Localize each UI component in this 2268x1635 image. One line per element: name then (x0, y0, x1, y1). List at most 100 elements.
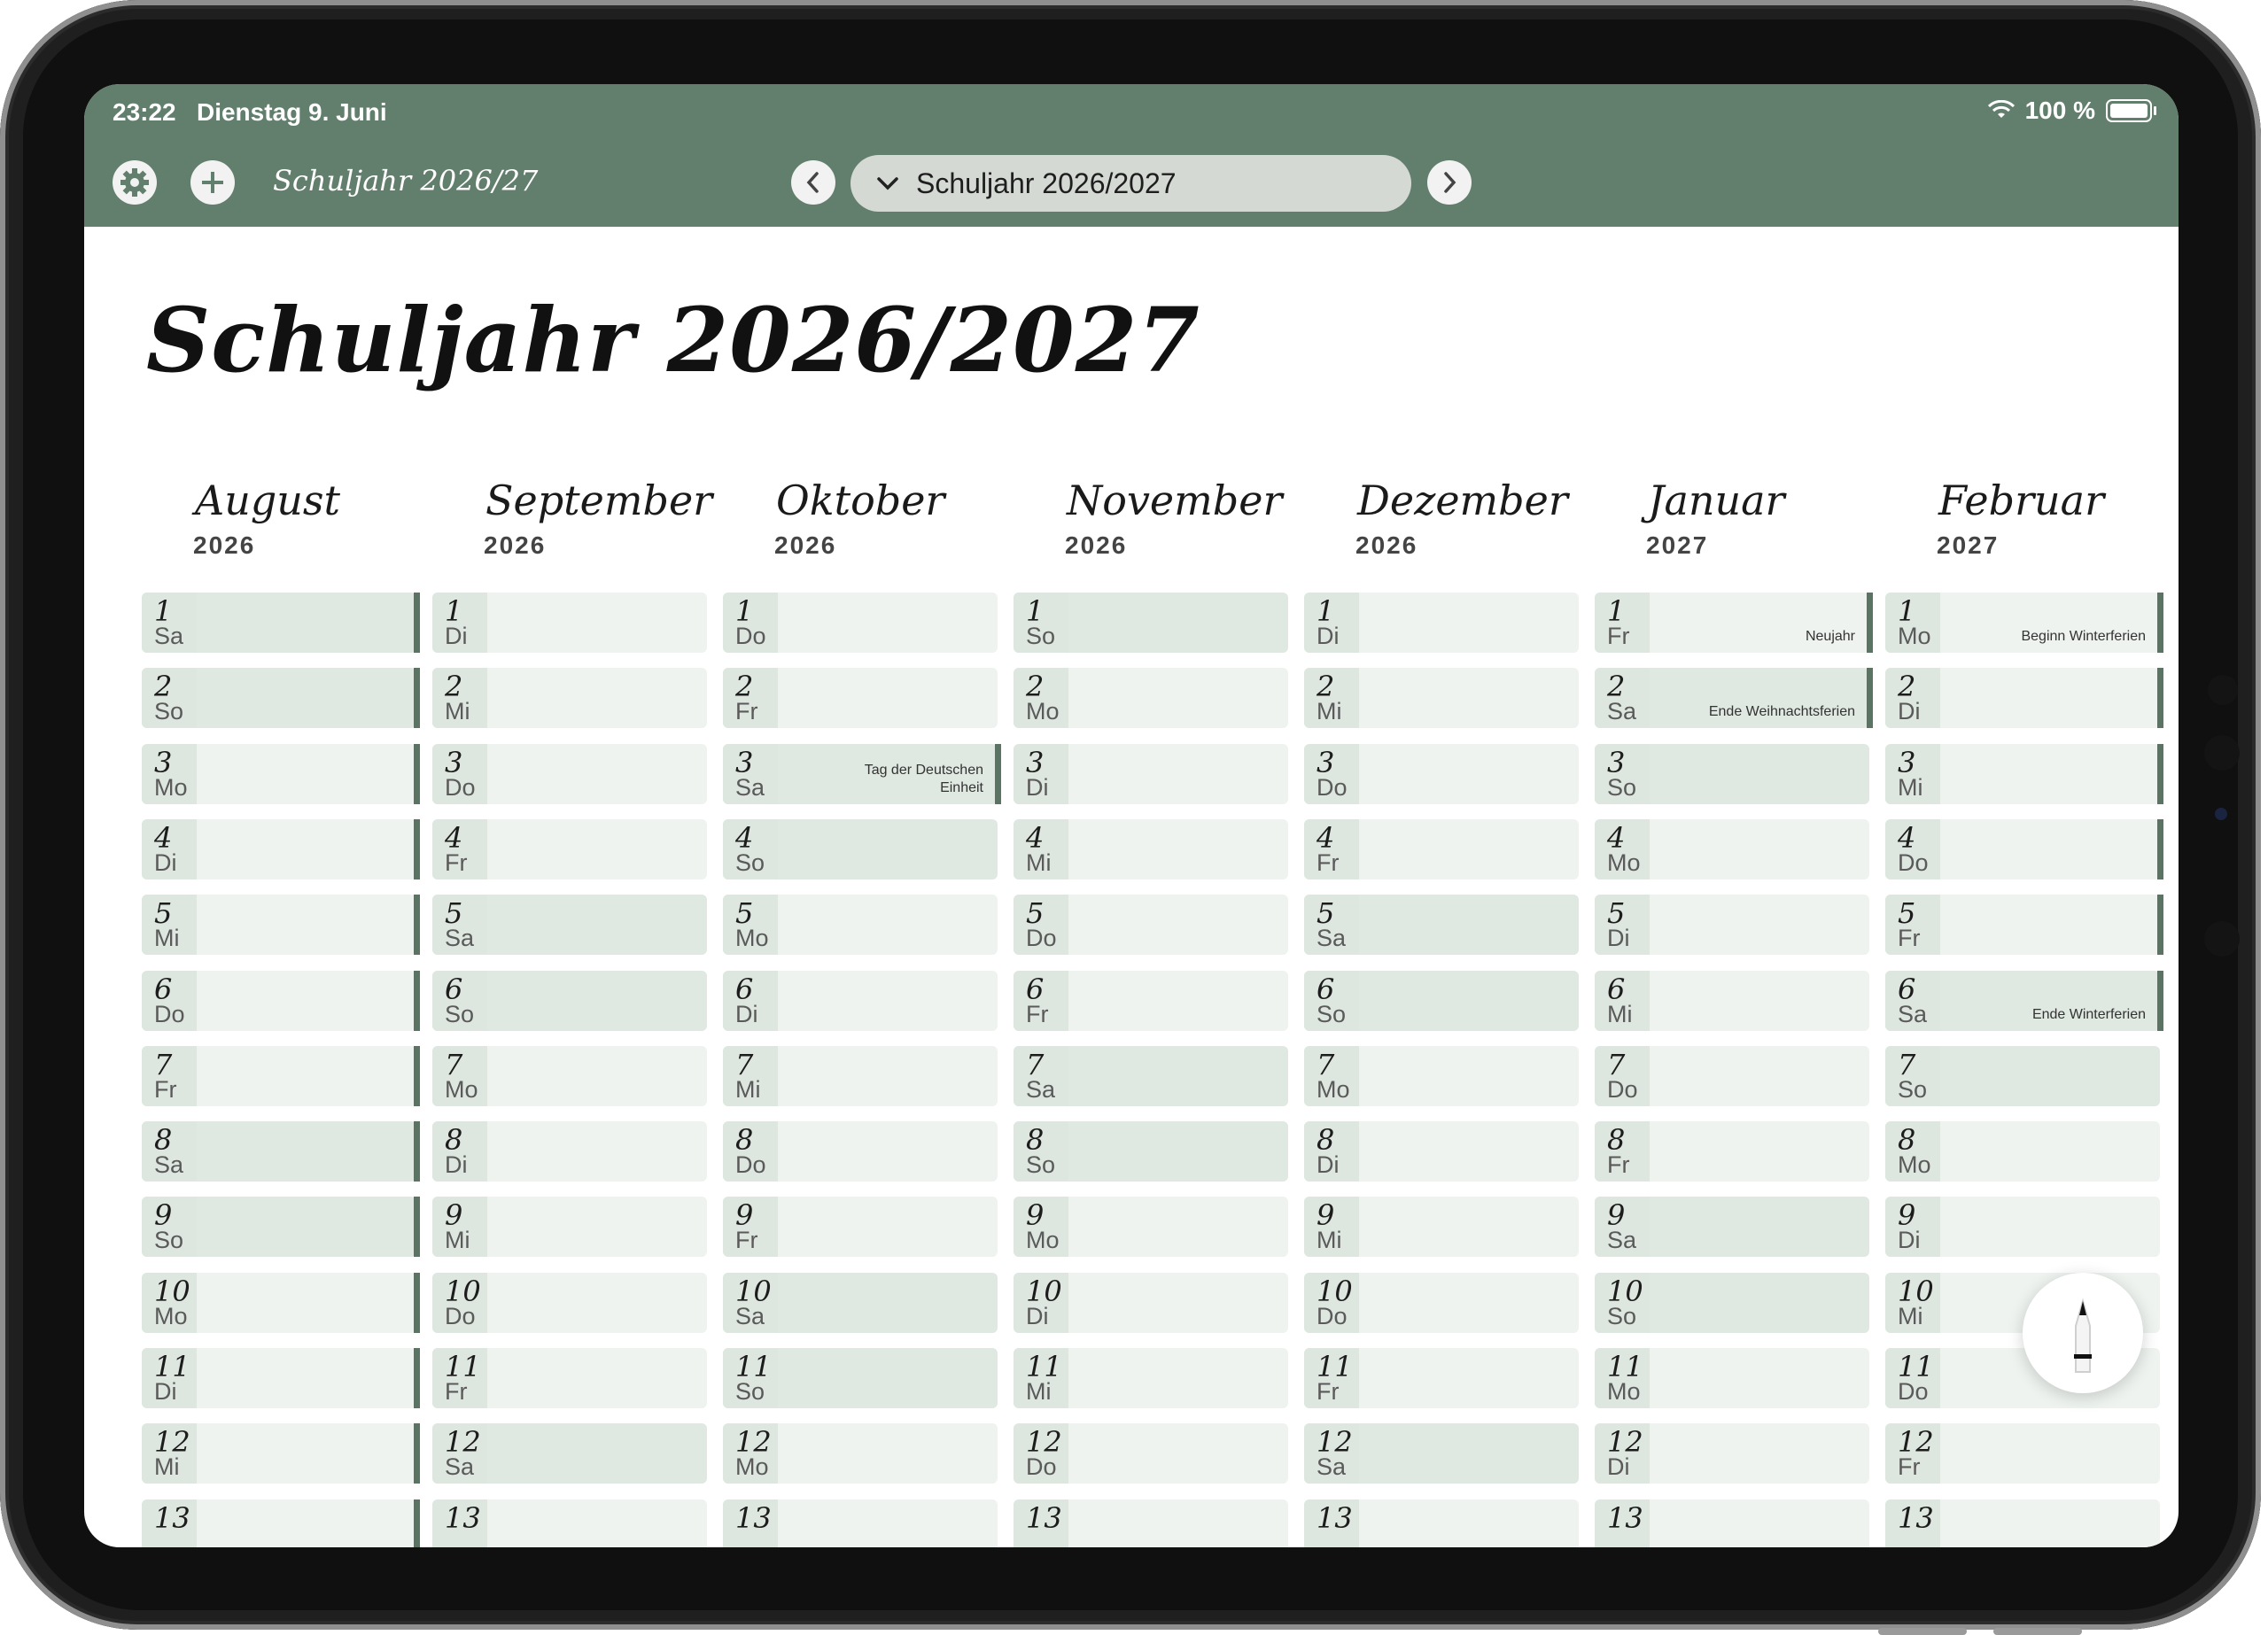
day-cell[interactable]: 10 Mo (142, 1273, 416, 1333)
day-cell[interactable]: 8 Sa (142, 1121, 416, 1182)
day-cell[interactable]: 3 Do (1304, 744, 1579, 804)
add-button[interactable] (190, 160, 235, 205)
pencil-button[interactable] (2023, 1273, 2143, 1393)
day-cell[interactable]: 2 Mi (432, 668, 707, 728)
day-cell[interactable]: 8 So (1014, 1121, 1288, 1182)
day-cell[interactable]: 9 Mi (432, 1197, 707, 1257)
weekday-label: Sa (1607, 1227, 1637, 1253)
day-cell[interactable]: 1 Mo Beginn Winterferien (1885, 593, 2160, 653)
day-cell[interactable]: 9 Mo (1014, 1197, 1288, 1257)
day-cell[interactable]: 10 So (1595, 1273, 1869, 1333)
day-cell[interactable]: 5 Do (1014, 895, 1288, 955)
day-cell[interactable]: 7 So (1885, 1046, 2160, 1106)
day-cell[interactable]: 5 Di (1595, 895, 1869, 955)
day-cell[interactable]: 11 So (723, 1348, 998, 1408)
day-cell[interactable]: 2 Fr (723, 668, 998, 728)
day-cell[interactable]: 12 Fr (1885, 1423, 2160, 1484)
day-cell[interactable]: 4 Do (1885, 819, 2160, 879)
day-cell[interactable]: 9 Sa (1595, 1197, 1869, 1257)
day-cell[interactable]: 3 Do (432, 744, 707, 804)
day-cell[interactable]: 11 Mo (1595, 1348, 1869, 1408)
settings-button[interactable] (113, 160, 157, 205)
day-cell[interactable]: 12 Di (1595, 1423, 1869, 1484)
day-cell[interactable]: 13 (142, 1499, 416, 1547)
day-cell[interactable]: 4 So (723, 819, 998, 879)
day-cell[interactable]: 1 Sa (142, 593, 416, 653)
day-cell[interactable]: 6 Mi (1595, 971, 1869, 1031)
day-cell[interactable]: 4 Mo (1595, 819, 1869, 879)
day-cell[interactable]: 13 (1304, 1499, 1579, 1547)
day-cell[interactable]: 2 Di (1885, 668, 2160, 728)
day-cell[interactable]: 5 Fr (1885, 895, 2160, 955)
day-cell[interactable]: 5 Sa (432, 895, 707, 955)
day-cell[interactable]: 13 (723, 1499, 998, 1547)
day-cell[interactable]: 1 Do (723, 593, 998, 653)
day-cell[interactable]: 10 Sa (723, 1273, 998, 1333)
day-cell[interactable]: 1 Di (1304, 593, 1579, 653)
day-cell[interactable]: 1 Fr Neujahr (1595, 593, 1869, 653)
day-cell[interactable]: 9 Fr (723, 1197, 998, 1257)
day-cell[interactable]: 11 Fr (432, 1348, 707, 1408)
day-cell[interactable]: 11 Fr (1304, 1348, 1579, 1408)
day-cell[interactable]: 12 Do (1014, 1423, 1288, 1484)
holiday-marker (414, 895, 420, 955)
day-cell[interactable]: 12 Mi (142, 1423, 416, 1484)
day-cell[interactable]: 2 Sa Ende Weihnachtsferien (1595, 668, 1869, 728)
year-selector[interactable]: Schuljahr 2026/2027 (850, 155, 1411, 212)
day-cell[interactable]: 7 Mo (432, 1046, 707, 1106)
day-cell[interactable]: 1 Di (432, 593, 707, 653)
day-cell[interactable]: 8 Di (1304, 1121, 1579, 1182)
day-cell[interactable]: 4 Fr (1304, 819, 1579, 879)
day-cell[interactable]: 5 Mo (723, 895, 998, 955)
day-cell[interactable]: 4 Fr (432, 819, 707, 879)
day-cell[interactable]: 6 Fr (1014, 971, 1288, 1031)
day-cell[interactable]: 4 Mi (1014, 819, 1288, 879)
day-cell[interactable]: 10 Di (1014, 1273, 1288, 1333)
day-cell[interactable]: 12 Mo (723, 1423, 998, 1484)
day-cell[interactable]: 11 Mi (1014, 1348, 1288, 1408)
day-cell[interactable]: 8 Fr (1595, 1121, 1869, 1182)
day-cell[interactable]: 1 So (1014, 593, 1288, 653)
day-cell[interactable]: 11 Di (142, 1348, 416, 1408)
day-cell[interactable]: 7 Fr (142, 1046, 416, 1106)
day-cell[interactable]: 2 Mo (1014, 668, 1288, 728)
weekday-label: Sa (1026, 1076, 1056, 1103)
weekday-label: Mo (1026, 698, 1060, 725)
day-cell[interactable]: 6 So (1304, 971, 1579, 1031)
day-cell[interactable]: 9 So (142, 1197, 416, 1257)
day-cell[interactable]: 4 Di (142, 819, 416, 879)
day-cell[interactable]: 7 Mo (1304, 1046, 1579, 1106)
day-cell[interactable]: 6 Do (142, 971, 416, 1031)
day-cell[interactable]: 5 Mi (142, 895, 416, 955)
day-cell[interactable]: 8 Mo (1885, 1121, 2160, 1182)
day-cell[interactable]: 10 Do (1304, 1273, 1579, 1333)
day-cell[interactable]: 13 (1014, 1499, 1288, 1547)
next-year-button[interactable] (1427, 160, 1472, 205)
month-column-september: September 2026 1 Di 2 Mi 3 Do 4 Fr 5 Sa 6 So 7 Mo 8 Di 9 Mi… (432, 477, 712, 1547)
day-cell[interactable]: 6 Di (723, 971, 998, 1031)
previous-year-button[interactable] (791, 160, 835, 205)
day-cell[interactable]: 10 Do (432, 1273, 707, 1333)
day-cell[interactable]: 13 (432, 1499, 707, 1547)
day-cell[interactable]: 12 Sa (432, 1423, 707, 1484)
day-cell[interactable]: 3 Mi (1885, 744, 2160, 804)
day-cell[interactable]: 8 Di (432, 1121, 707, 1182)
day-cell[interactable]: 2 Mi (1304, 668, 1579, 728)
day-cell[interactable]: 2 So (142, 668, 416, 728)
day-cell[interactable]: 13 (1595, 1499, 1869, 1547)
day-cell[interactable]: 7 Sa (1014, 1046, 1288, 1106)
day-cell[interactable]: 3 So (1595, 744, 1869, 804)
day-cell[interactable]: 3 Sa Tag der Deutschen Einheit (723, 744, 998, 804)
day-cell[interactable]: 6 Sa Ende Winterferien (1885, 971, 2160, 1031)
day-cell[interactable]: 7 Mi (723, 1046, 998, 1106)
day-cell[interactable]: 3 Di (1014, 744, 1288, 804)
day-cell[interactable]: 6 So (432, 971, 707, 1031)
day-cell[interactable]: 13 (1885, 1499, 2160, 1547)
day-cell[interactable]: 8 Do (723, 1121, 998, 1182)
day-cell[interactable]: 9 Mi (1304, 1197, 1579, 1257)
day-cell[interactable]: 9 Di (1885, 1197, 2160, 1257)
day-cell[interactable]: 5 Sa (1304, 895, 1579, 955)
day-cell[interactable]: 7 Do (1595, 1046, 1869, 1106)
day-cell[interactable]: 3 Mo (142, 744, 416, 804)
day-cell[interactable]: 12 Sa (1304, 1423, 1579, 1484)
